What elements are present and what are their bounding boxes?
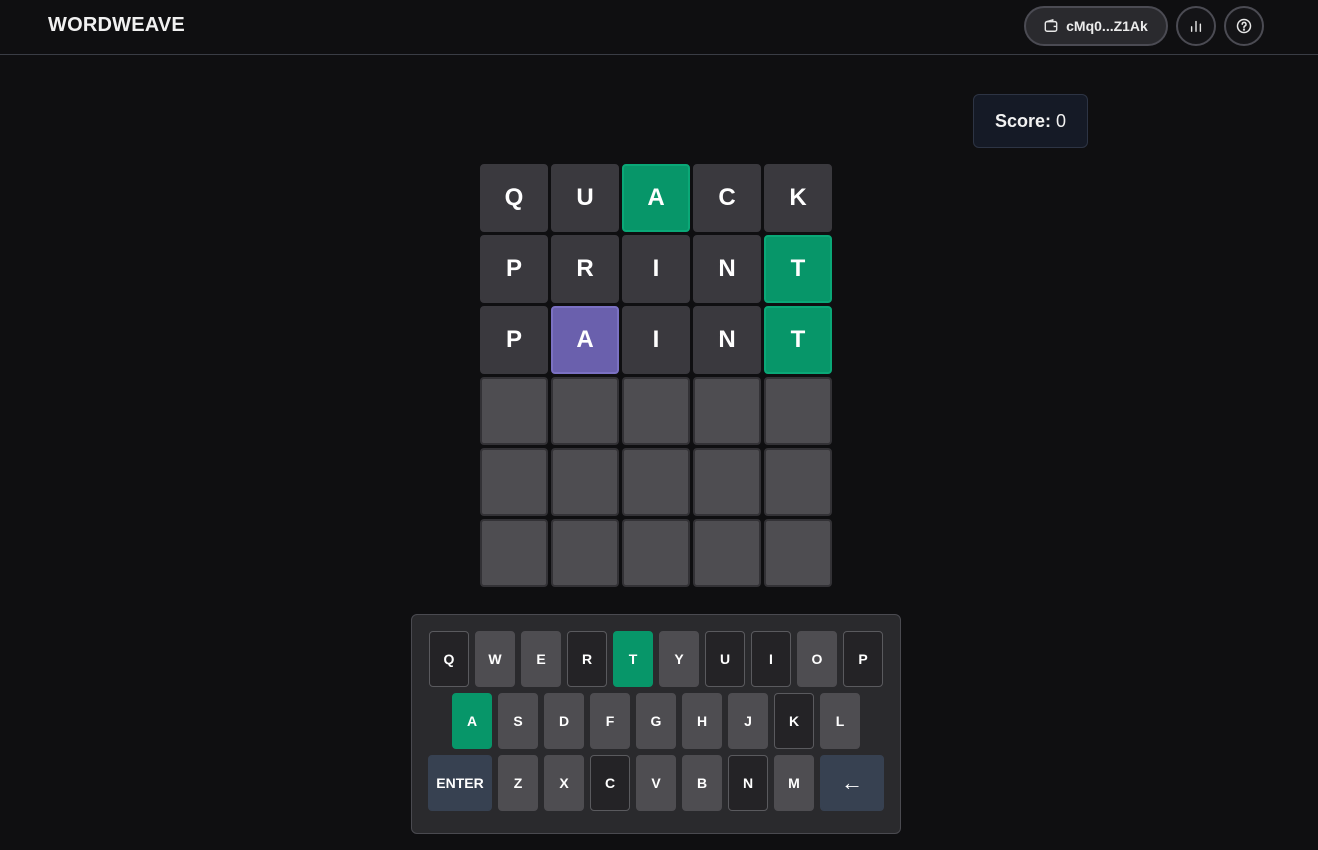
keyboard-row: QWERTYUIOP <box>412 631 900 687</box>
board-tile: A <box>622 164 690 232</box>
board-tile: C <box>693 164 761 232</box>
board-tile <box>622 448 690 516</box>
key-f[interactable]: F <box>590 693 630 749</box>
key-m[interactable]: M <box>774 755 814 811</box>
key-h[interactable]: H <box>682 693 722 749</box>
help-button[interactable] <box>1224 6 1264 46</box>
board-tile <box>480 519 548 587</box>
top-bar: WORDWEAVE cMq0...Z1Ak <box>0 0 1318 55</box>
enter-key[interactable]: ENTER <box>428 755 492 811</box>
key-z[interactable]: Z <box>498 755 538 811</box>
key-x[interactable]: X <box>544 755 584 811</box>
board-tile <box>622 519 690 587</box>
key-n[interactable]: N <box>728 755 768 811</box>
keyboard-row: ASDFGHJKL <box>412 693 900 749</box>
key-q[interactable]: Q <box>429 631 469 687</box>
board-tile <box>693 519 761 587</box>
keyboard-row: ENTER Z X C V B N M ← <box>412 755 900 811</box>
board-tile <box>551 448 619 516</box>
key-j[interactable]: J <box>728 693 768 749</box>
wallet-icon <box>1044 19 1058 32</box>
board-tile <box>764 448 832 516</box>
key-t[interactable]: T <box>613 631 653 687</box>
board-tile: N <box>693 235 761 303</box>
board-tile: T <box>764 306 832 374</box>
stats-button[interactable] <box>1176 6 1216 46</box>
board-tile <box>764 519 832 587</box>
board-tile: P <box>480 306 548 374</box>
key-u[interactable]: U <box>705 631 745 687</box>
board-tile: A <box>551 306 619 374</box>
key-o[interactable]: O <box>797 631 837 687</box>
bar-chart-icon <box>1190 20 1202 32</box>
key-v[interactable]: V <box>636 755 676 811</box>
backspace-key[interactable]: ← <box>820 755 884 811</box>
board-tile <box>480 448 548 516</box>
key-e[interactable]: E <box>521 631 561 687</box>
key-w[interactable]: W <box>475 631 515 687</box>
key-c[interactable]: C <box>590 755 630 811</box>
wallet-address: cMq0...Z1Ak <box>1066 18 1148 34</box>
board-tile <box>480 377 548 445</box>
key-p[interactable]: P <box>843 631 883 687</box>
board-tile: I <box>622 235 690 303</box>
key-r[interactable]: R <box>567 631 607 687</box>
board-tile <box>622 377 690 445</box>
score-label: Score: <box>994 110 1051 131</box>
key-l[interactable]: L <box>820 693 860 749</box>
key-g[interactable]: G <box>636 693 676 749</box>
board-tile: U <box>551 164 619 232</box>
wallet-button[interactable]: cMq0...Z1Ak <box>1024 6 1168 46</box>
help-circle-icon <box>1236 18 1252 34</box>
key-k[interactable]: K <box>774 693 814 749</box>
board-tile: T <box>764 235 832 303</box>
key-a[interactable]: A <box>452 693 492 749</box>
board-tile: P <box>480 235 548 303</box>
board-tile: I <box>622 306 690 374</box>
game-board: QUACKPRINTPAINT <box>480 164 832 587</box>
board-tile <box>764 377 832 445</box>
key-y[interactable]: Y <box>659 631 699 687</box>
board-tile: K <box>764 164 832 232</box>
app-title: WORDWEAVE <box>48 14 185 36</box>
on-screen-keyboard: Q W E R T Y U I O P A S D F G H J K L ENTER Z X C V B N M ← <box>411 614 901 834</box>
score-value: 0 <box>1056 110 1067 131</box>
board-tile: Q <box>480 164 548 232</box>
key-i[interactable]: I <box>751 631 791 687</box>
board-tile <box>693 448 761 516</box>
board-tile <box>551 519 619 587</box>
board-tile <box>551 377 619 445</box>
key-b[interactable]: B <box>682 755 722 811</box>
board-tile: N <box>693 306 761 374</box>
key-s[interactable]: S <box>498 693 538 749</box>
board-tile: R <box>551 235 619 303</box>
board-tile <box>693 377 761 445</box>
score-panel: Score: 0 <box>973 94 1088 148</box>
key-d[interactable]: D <box>544 693 584 749</box>
